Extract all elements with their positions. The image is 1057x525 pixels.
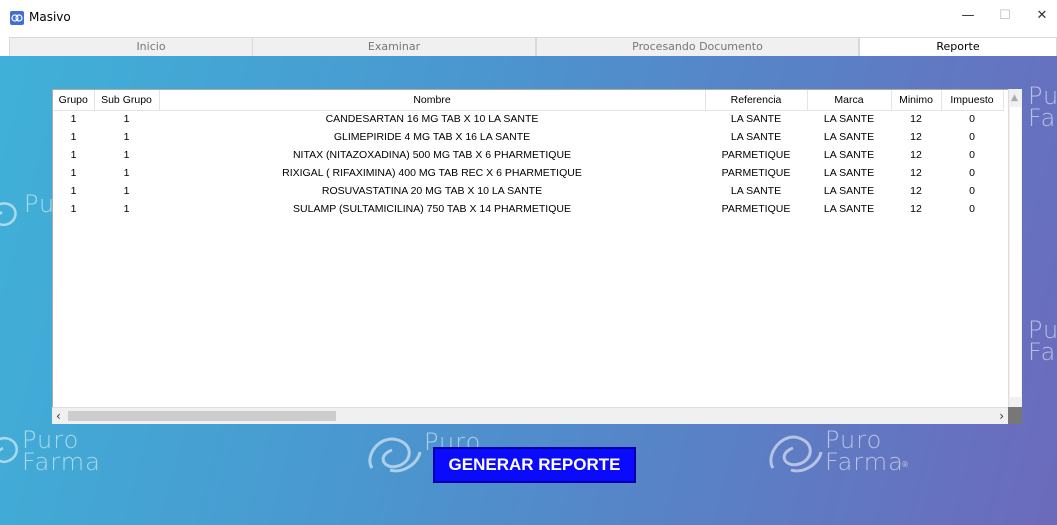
report-table: Grupo Sub Grupo Nombre Referencia Marca … [52, 89, 1022, 424]
generate-report-button[interactable]: GENERAR REPORTE [433, 447, 636, 483]
cell-grupo: 1 [70, 131, 77, 143]
cell-nombre: GLIMEPIRIDE 4 MG TAB X 16 LA SANTE [333, 131, 531, 143]
cell-minimo: 12 [910, 185, 922, 197]
title-bar: Masivo — ☐ ✕ [0, 0, 1057, 34]
cell-referencia: LA SANTE [730, 113, 782, 126]
cell-minimo: 12 [910, 203, 922, 215]
cell-minimo: 12 [910, 167, 922, 179]
cell-sub-grupo: 1 [123, 113, 130, 126]
maximize-icon[interactable]: ☐ [997, 8, 1013, 24]
column-header-minimo[interactable]: Minimo [891, 90, 942, 111]
tab-reporte[interactable]: Reporte [859, 37, 1057, 57]
cell-grupo: 1 [70, 113, 77, 126]
window-title: Masivo [29, 10, 71, 24]
watermark-logo: Puro Farma [0, 426, 182, 486]
cell-nombre: SULAMP (SULTAMICILINA) 750 TAB X 14 PHAR… [293, 203, 571, 215]
report-grid: Grupo Sub Grupo Nombre Referencia Marca … [53, 90, 1004, 218]
cell-sub-grupo: 1 [123, 203, 130, 215]
table-header-row: Grupo Sub Grupo Nombre Referencia Marca … [53, 90, 1004, 111]
cell-nombre: ROSUVASTATINA 20 MG TAB X 10 LA SANTE [321, 185, 543, 197]
cell-grupo: 1 [70, 167, 77, 179]
scrollbar-corner [1008, 407, 1022, 424]
table-row[interactable]: 1 1 SULAMP (SULTAMICILINA) 750 TAB X 14 … [53, 200, 1003, 218]
column-header-impuesto[interactable]: Impuesto [941, 90, 1004, 111]
app-icon [10, 11, 24, 25]
cell-impuesto: 0 [969, 131, 975, 143]
cell-nombre: NITAX (NITAZOXADINA) 500 MG TAB X 6 PHAR… [292, 149, 572, 161]
column-header-grupo[interactable]: Grupo [53, 90, 95, 111]
cell-referencia: PARMETIQUE [721, 167, 791, 179]
cell-minimo: 12 [910, 131, 922, 143]
cell-sub-grupo: 1 [123, 149, 130, 161]
cell-marca: LA SANTE [823, 185, 875, 197]
cell-nombre: RIXIGAL ( RIFAXIMINA) 400 MG TAB REC X 6… [282, 167, 582, 179]
cell-impuesto: 0 [969, 203, 975, 215]
tab-strip: Inicio Examinar Procesando Documento Rep… [9, 37, 1057, 57]
cell-sub-grupo: 1 [123, 185, 130, 197]
report-panel: Puro Puro Farma Puro Puro Farma ® Puro F… [0, 56, 1057, 525]
cell-grupo: 1 [70, 149, 77, 161]
scroll-up-icon[interactable]: ▲ [1011, 93, 1018, 103]
cell-impuesto: 0 [969, 149, 975, 161]
scrollbar-thumb[interactable] [1010, 107, 1021, 397]
tab-inicio[interactable]: Inicio [9, 37, 293, 57]
column-header-nombre[interactable]: Nombre [159, 90, 706, 111]
watermark-logo: Puro Farma [1028, 316, 1057, 366]
scroll-right-icon[interactable]: › [999, 409, 1004, 423]
cell-grupo: 1 [70, 185, 77, 197]
cell-marca: LA SANTE [823, 149, 875, 161]
table-row[interactable]: 1 1 GLIMEPIRIDE 4 MG TAB X 16 LA SANTE L… [53, 128, 1003, 146]
column-header-marca[interactable]: Marca [807, 90, 892, 111]
minimize-icon[interactable]: — [960, 8, 976, 24]
horizontal-scrollbar[interactable]: ‹ › [52, 407, 1008, 424]
table-row[interactable]: 1 1 CANDESARTAN 16 MG TAB X 10 LA SANTE … [53, 110, 1003, 128]
cell-impuesto: 0 [969, 113, 975, 126]
table-row[interactable]: 1 1 RIXIGAL ( RIFAXIMINA) 400 MG TAB REC… [53, 164, 1003, 182]
cell-minimo: 12 [910, 113, 922, 126]
cell-sub-grupo: 1 [123, 131, 130, 143]
cell-impuesto: 0 [969, 185, 975, 197]
cell-marca: LA SANTE [823, 203, 875, 215]
cell-referencia: LA SANTE [730, 131, 782, 143]
scrollbar-thumb[interactable] [68, 411, 336, 421]
cell-nombre: CANDESARTAN 16 MG TAB X 10 LA SANTE [325, 113, 539, 126]
cell-minimo: 12 [910, 149, 922, 161]
cell-referencia: LA SANTE [730, 185, 782, 197]
vertical-scrollbar[interactable]: ▲ ▼ [1008, 89, 1022, 424]
tab-examinar[interactable]: Examinar [252, 37, 536, 57]
column-header-sub-grupo[interactable]: Sub Grupo [94, 90, 160, 111]
close-icon[interactable]: ✕ [1034, 8, 1050, 24]
watermark-logo: Puro Farma [1028, 82, 1057, 132]
table-row[interactable]: 1 1 ROSUVASTATINA 20 MG TAB X 10 LA SANT… [53, 182, 1003, 200]
cell-referencia: PARMETIQUE [721, 203, 791, 215]
cell-marca: LA SANTE [823, 113, 875, 126]
cell-marca: LA SANTE [823, 131, 875, 143]
cell-referencia: PARMETIQUE [721, 149, 791, 161]
watermark-logo: Puro Farma ® [763, 426, 963, 486]
column-header-referencia[interactable]: Referencia [705, 90, 808, 111]
table-row[interactable]: 1 1 NITAX (NITAZOXADINA) 500 MG TAB X 6 … [53, 146, 1003, 164]
cell-impuesto: 0 [969, 167, 975, 179]
cell-grupo: 1 [70, 203, 77, 215]
cell-sub-grupo: 1 [123, 167, 130, 179]
scroll-left-icon[interactable]: ‹ [56, 409, 61, 423]
tab-procesando-documento[interactable]: Procesando Documento [536, 37, 859, 57]
cell-marca: LA SANTE [823, 167, 875, 179]
